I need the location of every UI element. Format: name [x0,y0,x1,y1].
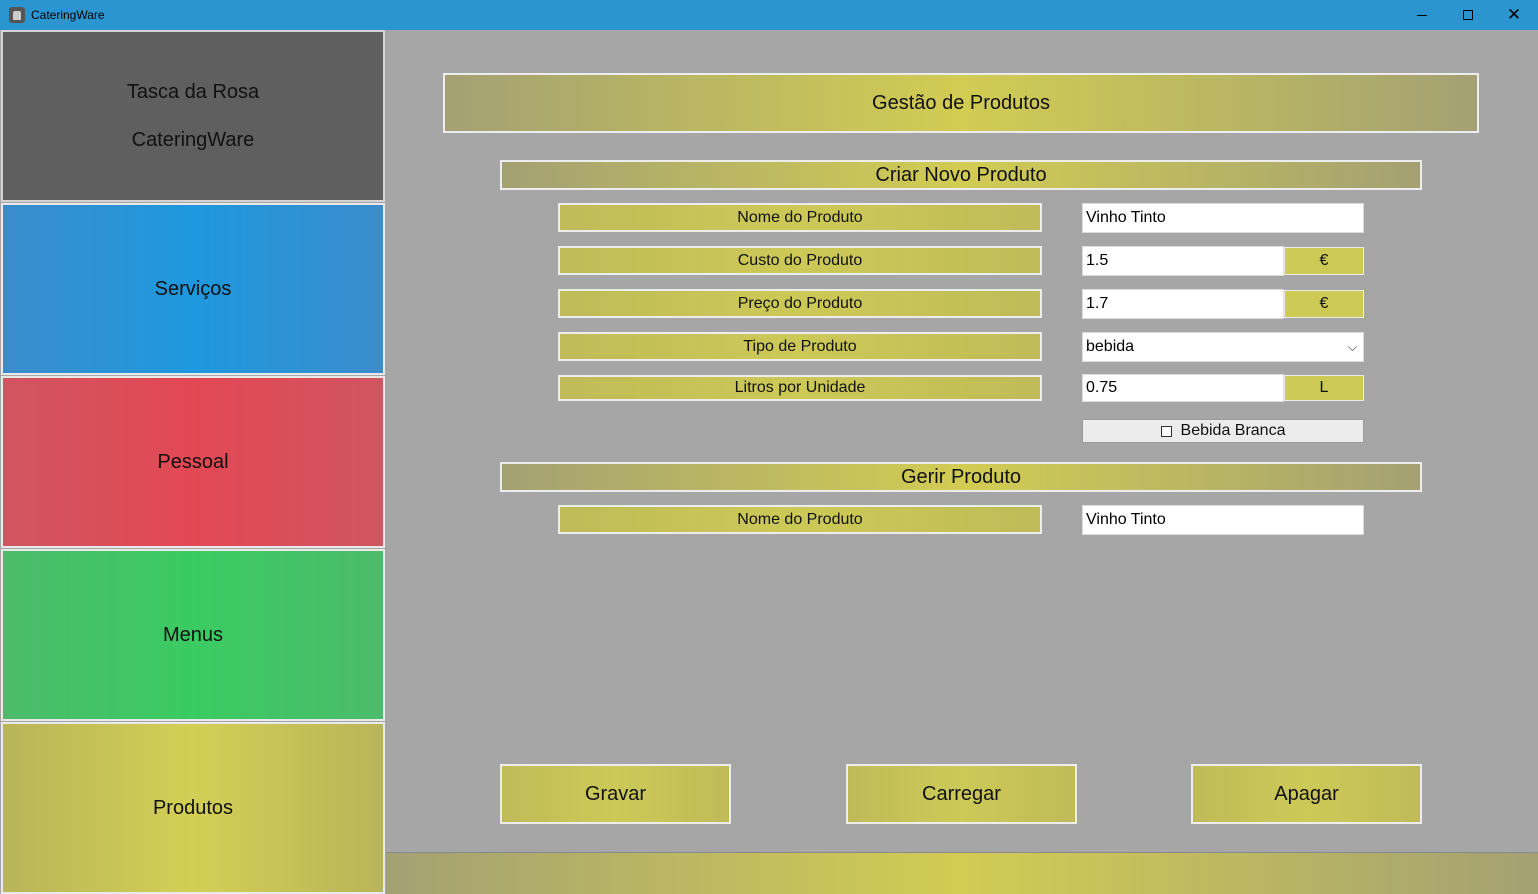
sidebar: Tasca da Rosa CateringWare Serviços Pess… [0,30,386,894]
product-type-select[interactable]: bebida ⌵ [1082,332,1364,362]
manage-product-name-input[interactable] [1082,505,1364,535]
price-unit-label: € [1284,290,1364,318]
manage-product-name-label: Nome do Produto [558,505,1042,534]
close-button[interactable]: ✕ [1491,0,1537,30]
sidebar-item-produtos[interactable]: Produtos [1,722,385,894]
cost-unit-label: € [1284,247,1364,275]
product-name-label: Nome do Produto [558,203,1042,232]
sidebar-item-label: Menus [162,623,224,646]
app-name: CateringWare [131,129,255,151]
brand-name: Tasca da Rosa [126,81,260,103]
product-type-label: Tipo de Produto [558,332,1042,361]
minimize-button[interactable] [1399,0,1445,30]
load-button[interactable]: Carregar [846,764,1077,824]
app-icon [9,7,25,23]
manage-section-title: Gerir Produto [500,462,1422,492]
chevron-down-icon: ⌵ [1347,340,1357,354]
brand-panel: Tasca da Rosa CateringWare [1,30,385,202]
product-cost-input[interactable] [1082,246,1284,276]
white-wine-checkbox-label: Bebida Branca [1180,422,1286,439]
status-bar [386,852,1538,894]
product-cost-label: Custo do Produto [558,246,1042,275]
window-title: CateringWare [31,8,105,22]
sidebar-item-label: Produtos [152,796,234,819]
product-price-input[interactable] [1082,289,1284,319]
liters-per-unit-input[interactable] [1082,374,1284,402]
main-panel: Gestão de Produtos Criar Novo Produto No… [386,30,1538,894]
sidebar-item-pessoal[interactable]: Pessoal [1,376,385,548]
save-button[interactable]: Gravar [500,764,731,824]
product-type-value: bebida [1086,338,1135,355]
sidebar-item-menus[interactable]: Menus [1,549,385,721]
white-wine-checkbox[interactable]: Bebida Branca [1082,419,1364,443]
product-price-label: Preço do Produto [558,289,1042,318]
checkbox-icon [1160,425,1172,437]
liters-per-unit-label: Litros por Unidade [558,375,1042,401]
minimize-icon [1417,14,1427,16]
create-section-title: Criar Novo Produto [500,160,1422,190]
maximize-button[interactable] [1445,0,1491,30]
window-titlebar: CateringWare ✕ [0,0,1538,30]
sidebar-item-label: Pessoal [157,450,229,473]
close-icon: ✕ [1506,4,1522,25]
liters-unit-label: L [1284,375,1364,401]
maximize-icon [1463,10,1473,20]
product-name-input[interactable] [1082,203,1364,233]
delete-button[interactable]: Apagar [1191,764,1422,824]
page-title: Gestão de Produtos [443,73,1479,133]
sidebar-item-label: Serviços [154,277,232,300]
sidebar-item-servicos[interactable]: Serviços [1,203,385,375]
